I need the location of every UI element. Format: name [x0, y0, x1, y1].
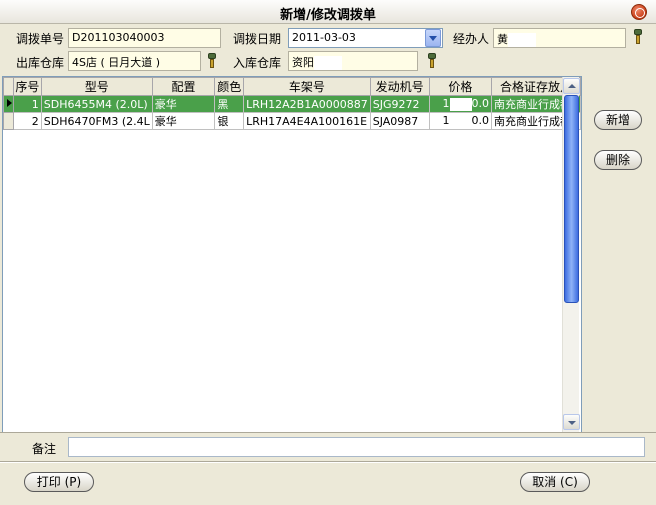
date-label: 调拨日期	[233, 32, 282, 46]
in-warehouse-value: 资阳	[292, 56, 314, 69]
in-warehouse-picker-icon[interactable]	[426, 53, 438, 69]
cell-model: SDH6455M4 (2.0L)	[40, 95, 153, 113]
cell-config: 豪华	[151, 112, 216, 130]
redaction-mark	[449, 97, 472, 111]
header-engine[interactable]: 发动机号	[369, 77, 430, 96]
cell-config: 豪华	[151, 95, 216, 113]
header-model[interactable]: 型号	[40, 77, 153, 96]
in-warehouse-label: 入库仓库	[233, 56, 282, 70]
redaction-mark	[314, 56, 342, 70]
out-warehouse-picker-icon[interactable]	[206, 53, 218, 69]
divider	[0, 432, 656, 433]
cancel-button[interactable]: 取消 (C)	[520, 472, 590, 492]
window-title: 新增/修改调拨单	[280, 8, 376, 23]
header-vin[interactable]: 车架号	[243, 77, 371, 96]
out-warehouse-label: 出库仓库	[16, 56, 65, 70]
title-bar: 新增/修改调拨单	[0, 0, 656, 24]
cell-model: SDH6470FM3 (2.4L	[40, 112, 153, 130]
cell-vin: LRH17A4E4A100161E	[243, 112, 371, 130]
add-button[interactable]: 新增	[594, 110, 642, 130]
in-warehouse-field[interactable]: 资阳	[288, 51, 418, 71]
remark-label: 备注	[32, 442, 57, 456]
table-row[interactable]: 1 SDH6455M4 (2.0L) 豪华 黑 LRH12A2B1A000088…	[3, 95, 581, 113]
items-table: 序号 型号 配置 颜色 车架号 发动机号 价格 合格证存放点 1 SDH6455…	[3, 77, 581, 130]
header-price[interactable]: 价格	[428, 77, 493, 96]
cell-price: 1 0.0	[428, 112, 493, 130]
price-tail: 0.0	[471, 114, 490, 128]
header-color[interactable]: 颜色	[214, 77, 245, 96]
order-no-label: 调拨单号	[16, 32, 65, 46]
scroll-thumb[interactable]	[564, 95, 579, 303]
scroll-down-icon[interactable]	[563, 414, 580, 430]
handler-picker-icon[interactable]	[632, 29, 644, 45]
print-button[interactable]: 打印 (P)	[24, 472, 94, 492]
redaction-mark	[449, 114, 472, 128]
out-warehouse-field[interactable]: 4S店 ( 日月大道 )	[68, 51, 201, 71]
row-selector-icon[interactable]	[3, 95, 14, 113]
delete-button[interactable]: 删除	[594, 150, 642, 170]
header-config[interactable]: 配置	[151, 77, 216, 96]
price-head: 1	[442, 114, 450, 128]
items-grid[interactable]: 序号 型号 配置 颜色 车架号 发动机号 价格 合格证存放点 1 SDH6455…	[2, 76, 582, 433]
vertical-scrollbar[interactable]	[562, 77, 580, 432]
cell-color: 黑	[214, 95, 245, 113]
date-picker[interactable]: 2011-03-03	[288, 28, 443, 48]
cell-engine: SJA0987	[369, 112, 430, 130]
header-indicator	[3, 77, 14, 96]
table-row[interactable]: 2 SDH6470FM3 (2.4L 豪华 银 LRH17A4E4A100161…	[3, 112, 581, 130]
handler-label: 经办人	[453, 32, 490, 46]
cell-color: 银	[214, 112, 245, 130]
row-selector-icon[interactable]	[3, 112, 14, 130]
handler-field[interactable]: 黄	[493, 28, 626, 48]
cell-seq: 2	[12, 112, 42, 130]
price-head: 1	[442, 97, 450, 111]
cell-engine: SJG9272	[369, 95, 430, 113]
header-seq[interactable]: 序号	[12, 77, 42, 96]
order-no-field[interactable]: D201103040003	[68, 28, 221, 48]
scroll-up-icon[interactable]	[563, 78, 580, 94]
remark-field[interactable]	[68, 437, 645, 457]
handler-value: 黄	[497, 33, 508, 46]
grid-header-row: 序号 型号 配置 颜色 车架号 发动机号 价格 合格证存放点	[3, 77, 581, 96]
date-dropdown-icon[interactable]	[425, 29, 441, 47]
cell-seq: 1	[12, 95, 42, 113]
close-icon[interactable]	[631, 4, 647, 20]
redaction-mark	[508, 33, 536, 47]
cell-price: 1 0.0	[428, 95, 493, 113]
price-tail: 0.0	[471, 97, 490, 111]
date-value: 2011-03-03	[292, 31, 356, 44]
cell-vin: LRH12A2B1A0000887	[243, 95, 371, 113]
divider	[0, 462, 656, 463]
